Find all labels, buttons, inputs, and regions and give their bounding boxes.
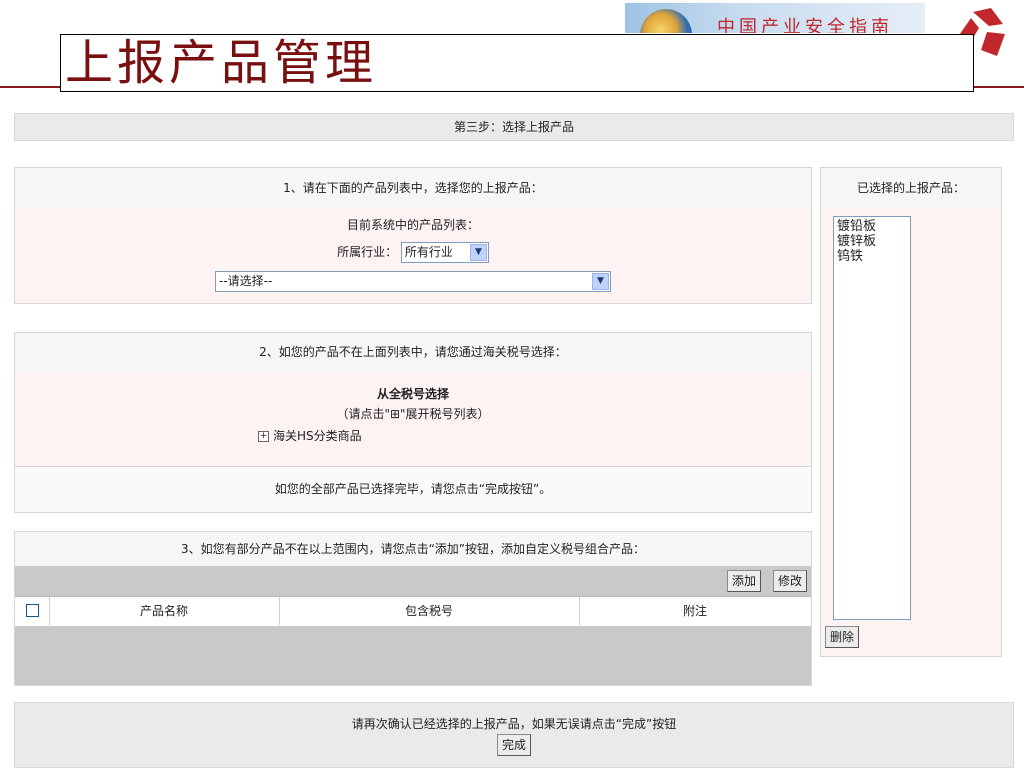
- custom-product-panel: 3、如您有部分产品不在以上范围内，请您点击“添加”按钮，添加自定义税号组合产品：…: [14, 531, 812, 686]
- banner-image: 中国产业安全指南: [625, 3, 925, 33]
- tariff-hint: （请点击"⊞"展开税号列表）: [336, 407, 490, 421]
- industry-label: 所属行业：: [337, 245, 398, 259]
- product-list-panel: 1、请在下面的产品列表中，选择您的上报产品： 目前系统中的产品列表： 所属行业：…: [14, 167, 812, 304]
- industry-select-value: 所有行业: [404, 245, 453, 259]
- title-rule-left: [0, 86, 62, 88]
- product-list-title: 目前系统中的产品列表：: [346, 218, 479, 232]
- add-button[interactable]: 添加: [726, 570, 761, 592]
- column-product-name[interactable]: 产品名称: [49, 597, 280, 625]
- industry-row: 所属行业： 所有行业 ▼: [15, 242, 811, 263]
- list-item[interactable]: 镀锌板: [837, 234, 907, 249]
- select-all-checkbox[interactable]: [26, 604, 39, 617]
- chevron-down-icon[interactable]: ▼: [592, 273, 609, 290]
- column-notes[interactable]: 附注: [579, 597, 811, 625]
- column-tariff-codes[interactable]: 包含税号: [279, 597, 580, 625]
- section2-heading: 2、如您的产品不在上面列表中，请您通过海关税号选择：: [15, 333, 811, 372]
- globe-icon: [640, 9, 692, 33]
- table-header: 产品名称 包含税号 附注: [15, 596, 811, 628]
- select-all-cell: [15, 597, 50, 625]
- confirm-text: 请再次确认已经选择的上报产品，如果无误请点击“完成”按钮: [351, 717, 677, 731]
- chevron-down-icon[interactable]: ▼: [469, 244, 487, 261]
- delete-button[interactable]: 删除: [825, 626, 860, 648]
- confirm-bar: 请再次确认已经选择的上报产品，如果无误请点击“完成”按钮 完成: [14, 702, 1014, 768]
- product-list-body: 目前系统中的产品列表： 所属行业： 所有行业 ▼ --请选择-- ▼: [15, 208, 811, 303]
- step-bar: 第三步：选择上报产品: [14, 113, 1014, 141]
- table-body-empty: [15, 626, 811, 685]
- selected-products-listbox[interactable]: 镀铅板 镀锌板 钨铁: [833, 216, 911, 620]
- expand-plus-icon[interactable]: +: [258, 431, 269, 442]
- custom-toolbar: 添加 修改: [15, 566, 811, 596]
- tree-node[interactable]: + 海关HS分类商品: [258, 427, 362, 444]
- selected-body: 镀铅板 镀锌板 钨铁 删除: [821, 208, 1001, 656]
- list-item[interactable]: 钨铁: [837, 249, 907, 264]
- page-title: 上报产品管理: [65, 35, 378, 91]
- list-item[interactable]: 镀铅板: [837, 219, 907, 234]
- tariff-title: 从全税号选择: [376, 387, 449, 401]
- banner-text: 中国产业安全指南: [717, 17, 893, 33]
- selected-products-panel: 已选择的上报产品： 镀铅板 镀锌板 钨铁 删除: [820, 167, 1002, 657]
- tariff-body: 从全税号选择 （请点击"⊞"展开税号列表） + 海关HS分类商品: [15, 371, 811, 467]
- step-label: 第三步：选择上报产品: [453, 120, 574, 134]
- selected-heading: 已选择的上报产品：: [821, 168, 1001, 209]
- section3-heading: 3、如您有部分产品不在以上范围内，请您点击“添加”按钮，添加自定义税号组合产品：: [15, 532, 811, 567]
- tariff-panel: 2、如您的产品不在上面列表中，请您通过海关税号选择： 从全税号选择 （请点击"⊞…: [14, 332, 812, 513]
- tree-item-label[interactable]: 海关HS分类商品: [273, 429, 362, 443]
- product-select-value: --请选择--: [219, 274, 273, 288]
- finish-button[interactable]: 完成: [496, 734, 531, 756]
- edit-button[interactable]: 修改: [772, 570, 807, 592]
- title-rule-right: [972, 86, 1024, 88]
- product-select[interactable]: --请选择-- ▼: [215, 271, 611, 292]
- page-title-box: 上报产品管理: [60, 34, 974, 92]
- section1-heading: 1、请在下面的产品列表中，选择您的上报产品：: [15, 168, 811, 209]
- industry-select[interactable]: 所有行业 ▼: [400, 242, 489, 263]
- done-hint: 如您的全部产品已选择完毕，请您点击“完成按钮”。: [15, 467, 811, 512]
